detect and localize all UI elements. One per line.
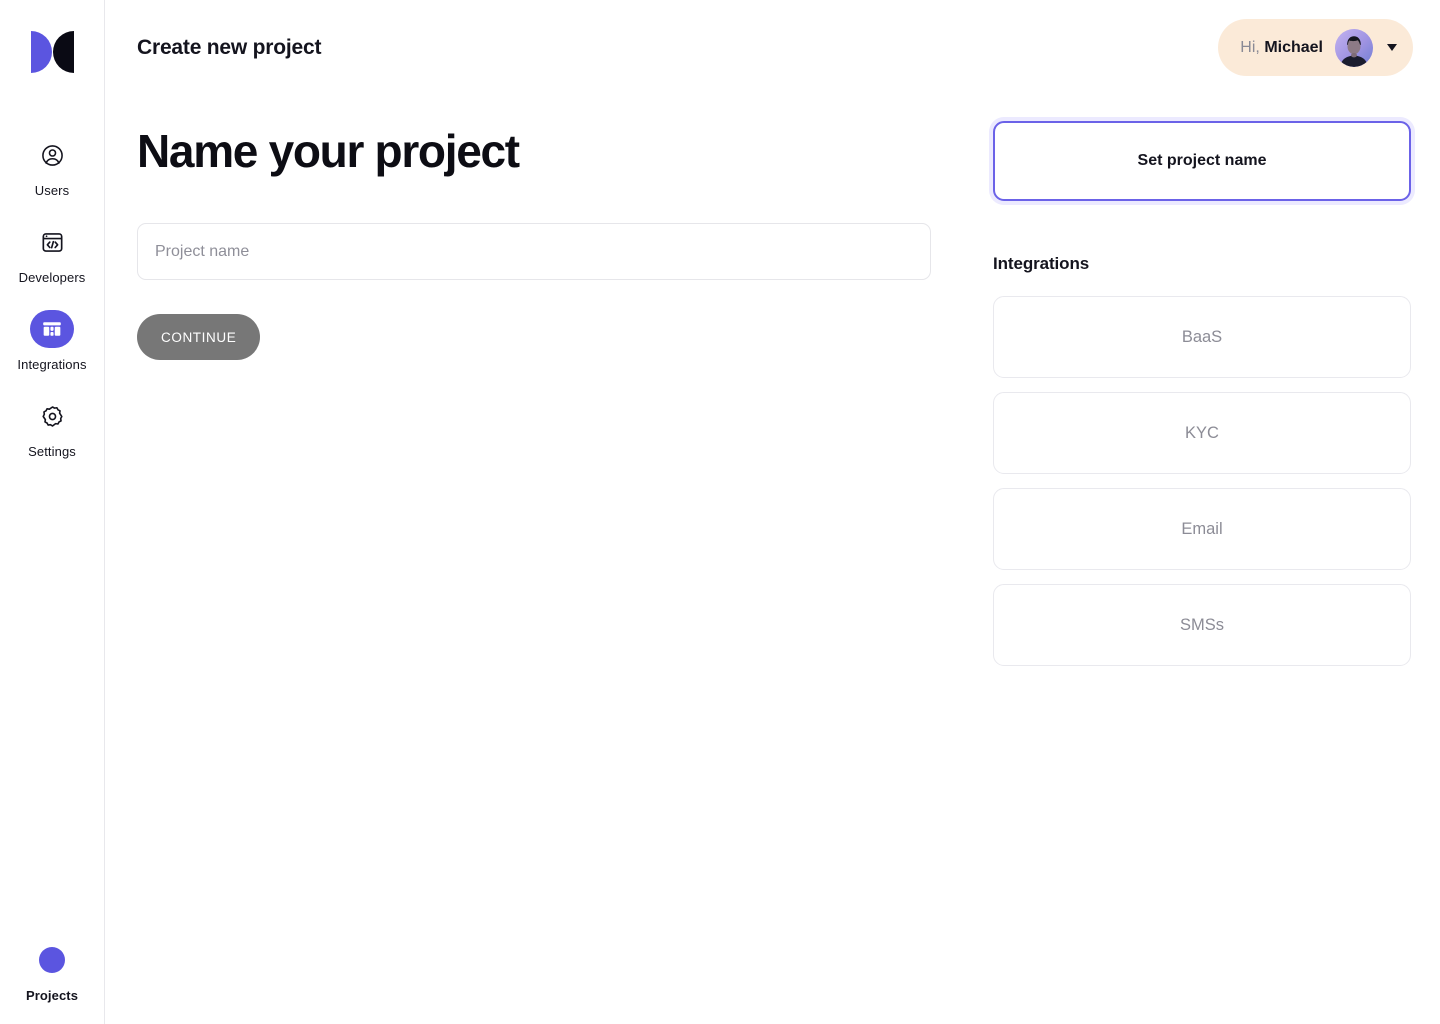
- project-form: Name your project CONTINUE: [137, 96, 931, 360]
- sidebar-nav: Users Developers Integrations Settings: [0, 136, 104, 484]
- sidebar-item-developers[interactable]: Developers: [0, 223, 104, 286]
- topbar: Create new project Hi, Michael: [105, 0, 1440, 96]
- sidebar-item-integrations[interactable]: Integrations: [0, 310, 104, 373]
- sidebar-item-label: Developers: [18, 270, 86, 285]
- logo-right-half-icon: [52, 31, 74, 73]
- sidebar-item-label: Integrations: [17, 357, 87, 372]
- step-set-project-name[interactable]: Set project name: [993, 121, 1411, 201]
- integrations-list: BaaS KYC Email SMSs: [993, 296, 1411, 666]
- page-title: Create new project: [137, 36, 322, 59]
- integration-card-baas[interactable]: BaaS: [993, 296, 1411, 378]
- sidebar-item-label: Settings: [28, 444, 76, 459]
- content-columns: Name your project CONTINUE Set project n…: [105, 96, 1440, 666]
- avatar: [1335, 28, 1373, 67]
- app-root: Users Developers Integrations Settings P…: [0, 0, 1440, 1024]
- sidebar-item-settings[interactable]: Settings: [0, 397, 104, 460]
- sidebar-item-label: Users: [34, 183, 70, 198]
- brand-logo[interactable]: [29, 30, 75, 74]
- project-name-input[interactable]: [137, 223, 931, 280]
- integration-card-kyc[interactable]: KYC: [993, 392, 1411, 474]
- continue-button[interactable]: CONTINUE: [137, 314, 261, 360]
- integration-card-smss[interactable]: SMSs: [993, 584, 1411, 666]
- form-heading: Name your project: [137, 125, 520, 177]
- sidebar-item-users[interactable]: Users: [0, 136, 104, 199]
- profile-menu[interactable]: Hi, Michael: [1218, 19, 1413, 76]
- profile-greeting-text: Hi,: [1240, 38, 1260, 56]
- project-dot-icon: [30, 941, 74, 979]
- sidebar-item-projects[interactable]: Projects: [0, 941, 104, 1004]
- side-panel: Set project name Integrations BaaS KYC E…: [993, 96, 1411, 666]
- sidebar-item-label: Projects: [25, 988, 79, 1003]
- logo-left-half-icon: [30, 31, 52, 73]
- user-circle-icon: [30, 136, 74, 174]
- sidebar: Users Developers Integrations Settings P…: [0, 0, 105, 1024]
- gear-icon: [30, 397, 74, 435]
- profile-greeting: Hi, Michael: [1240, 39, 1323, 57]
- profile-name: Michael: [1264, 38, 1323, 56]
- chevron-down-icon[interactable]: [1387, 44, 1397, 51]
- main-content: Create new project Hi, Michael Name your…: [105, 0, 1440, 1024]
- code-window-icon: [30, 223, 74, 261]
- sidebar-bottom: Projects: [0, 941, 104, 1004]
- store-grid-icon: [30, 310, 74, 348]
- integration-card-email[interactable]: Email: [993, 488, 1411, 570]
- integrations-heading: Integrations: [993, 254, 1090, 273]
